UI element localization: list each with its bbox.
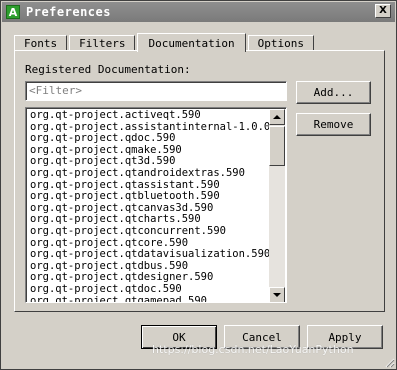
scroll-up-button[interactable] bbox=[269, 109, 285, 125]
window-title: Preferences bbox=[26, 5, 111, 19]
tab-bar: Fonts Filters Documentation Options bbox=[14, 33, 316, 52]
documentation-list-item[interactable]: org.qt-project.qtbluetooth.590 bbox=[28, 191, 270, 203]
registered-documentation-label: Registered Documentation: bbox=[25, 63, 191, 76]
apply-button[interactable]: Apply bbox=[307, 325, 383, 349]
documentation-list-item[interactable]: org.qt-project.qtdoc.590 bbox=[28, 283, 270, 296]
documentation-list-item[interactable]: org.qt-project.qtandroidextras.590 bbox=[28, 167, 270, 180]
scroll-down-button[interactable] bbox=[269, 287, 285, 302]
resize-grip-icon[interactable] bbox=[385, 358, 395, 368]
tab-documentation[interactable]: Documentation bbox=[137, 33, 246, 52]
arrow-up-icon bbox=[273, 115, 281, 119]
documentation-list[interactable]: org.qt-project.activeqt.590 org.qt-projec… bbox=[25, 107, 287, 303]
documentation-list-item[interactable]: org.qt-project.qtconcurrent.590 bbox=[28, 225, 270, 238]
close-button[interactable]: X bbox=[375, 4, 391, 18]
title-bar[interactable]: A Preferences X bbox=[2, 2, 395, 22]
add-button[interactable]: Add... bbox=[296, 81, 371, 104]
documentation-list-item[interactable]: org.qt-project.activeqt.590 bbox=[28, 110, 270, 122]
ok-button[interactable]: OK bbox=[141, 325, 217, 349]
documentation-list-items: org.qt-project.activeqt.590 org.qt-projec… bbox=[28, 110, 270, 302]
cancel-button[interactable]: Cancel bbox=[224, 325, 300, 349]
filter-input[interactable]: <Filter> bbox=[25, 81, 287, 101]
remove-button[interactable]: Remove bbox=[296, 113, 371, 136]
arrow-down-icon bbox=[273, 293, 281, 297]
tab-options[interactable]: Options bbox=[247, 35, 314, 51]
app-icon: A bbox=[6, 5, 20, 19]
scroll-thumb[interactable] bbox=[269, 126, 285, 166]
documentation-list-item[interactable]: org.qt-project.qtdatavisualization.590 bbox=[28, 249, 270, 261]
documentation-list-item[interactable]: org.qt-project.qtgamepad.590 bbox=[28, 295, 270, 302]
list-scrollbar[interactable] bbox=[269, 109, 285, 302]
tab-filters[interactable]: Filters bbox=[69, 35, 136, 51]
tab-fonts[interactable]: Fonts bbox=[14, 35, 68, 51]
